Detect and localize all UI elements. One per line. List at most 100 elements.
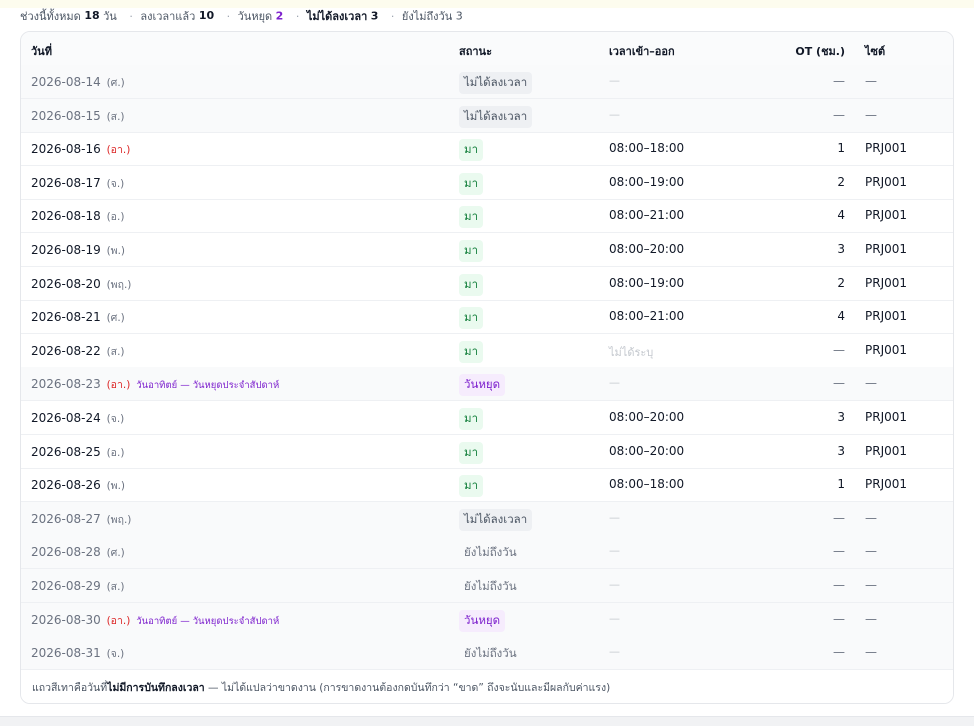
site-code: PRJ001	[865, 342, 908, 357]
footnote-bold: ไม่มีการบันทึกลงเวลา	[107, 682, 205, 694]
day-of-week: (ส.)	[106, 581, 125, 593]
row-date: 2026-08-19 (พ.)	[31, 242, 125, 259]
clocked-label: ลงเวลาแล้ว	[140, 10, 196, 23]
future-count: 3	[455, 9, 463, 23]
date-value: 2026-08-28	[31, 545, 101, 560]
site-code: —	[865, 74, 877, 88]
status-badge: ไม่ได้ลงเวลา	[459, 105, 533, 128]
table-row: 2026-08-16 (อา.) มา 08:00–18:00 1 PRJ001	[21, 132, 953, 167]
row-date: 2026-08-18 (อ.)	[31, 208, 124, 225]
time-range: 08:00–19:00	[609, 174, 685, 189]
day-of-week: (อา.)	[106, 144, 131, 157]
row-date: 2026-08-26 (พ.)	[31, 477, 125, 494]
site-code: PRJ001	[865, 477, 908, 492]
table-row: 2026-08-19 (พ.) มา 08:00–20:00 3 PRJ001	[21, 233, 953, 267]
time-range: —	[609, 611, 620, 625]
table-row: 2026-08-18 (อ.) มา 08:00–21:00 4 PRJ001	[21, 199, 953, 234]
time-range: ไม่ได้ระบุ	[609, 345, 654, 359]
site-code: —	[865, 510, 877, 525]
site-code: PRJ001	[865, 443, 908, 458]
day-of-week: (ศ.)	[106, 547, 125, 560]
status-badge: มา	[459, 441, 484, 464]
table-row: 2026-08-20 (พฤ.) มา 08:00–19:00 2 PRJ001	[21, 267, 953, 301]
row-date: 2026-08-31 (จ.)	[31, 645, 124, 662]
day-of-week: (พฤ.)	[106, 513, 132, 526]
footnote: แถวสีเทาคือวันที่ไม่มีการบันทึกลงเวลา — …	[21, 671, 953, 703]
footnote-suffix: — ไม่ได้แปลว่าขาดงาน (การขาดงานต้องกดบัน…	[204, 682, 611, 694]
time-range: 08:00–18:00	[609, 477, 685, 492]
row-date: 2026-08-15 (ส.)	[31, 108, 125, 125]
row-date: 2026-08-14 (ศ.)	[31, 74, 125, 91]
status-badge: ไม่ได้ลงเวลา	[459, 72, 533, 94]
date-value: 2026-08-22	[31, 343, 101, 358]
status-badge: มา	[459, 172, 484, 195]
day-of-week: (พฤ.)	[106, 278, 132, 291]
table-row: 2026-08-14 (ศ.) ไม่ได้ลงเวลา — — —	[21, 65, 953, 99]
day-of-week: (อา.)	[106, 379, 131, 392]
date-value: 2026-08-20	[31, 276, 101, 291]
separator: ·	[129, 9, 133, 23]
day-of-week: (พ.)	[106, 480, 126, 493]
row-date: 2026-08-25 (อ.)	[31, 444, 124, 461]
status-badge: ยังไม่ถึงวัน	[464, 545, 517, 560]
time-range: 08:00–21:00	[609, 208, 685, 223]
ot-hours: —	[833, 544, 845, 559]
day-of-week: (อ.)	[106, 446, 125, 459]
separator: ·	[295, 9, 300, 23]
holiday-label: วันหยุด	[237, 10, 273, 23]
ot-hours: —	[833, 376, 845, 391]
ot-hours: —	[833, 74, 845, 88]
date-value: 2026-08-16	[31, 142, 101, 157]
status-badge: มา	[459, 340, 484, 363]
ot-hours: 2	[837, 275, 845, 290]
time-range: 08:00–18:00	[609, 141, 685, 156]
table-row: 2026-08-27 (พฤ.) ไม่ได้ลงเวลา — — —	[21, 501, 953, 536]
separator: ·	[390, 9, 395, 23]
missing-count: 3	[370, 9, 379, 23]
date-value: 2026-08-29	[31, 579, 101, 593]
table-header: วันที่ สถานะ เวลาเข้า–ออก OT (ชม.) ไซต์	[21, 32, 953, 66]
header-site: ไซต์	[865, 45, 886, 58]
status-badge: วันหยุด	[459, 374, 506, 397]
time-range: 08:00–21:00	[609, 309, 685, 324]
day-of-week: (ส.)	[106, 345, 125, 358]
footnote-prefix: แถวสีเทาคือวันที่	[32, 682, 108, 694]
status-badge: มา	[459, 273, 484, 296]
time-range: 08:00–19:00	[609, 275, 685, 290]
ot-hours: 4	[837, 309, 845, 324]
status-badge: มา	[459, 307, 484, 330]
site-code: —	[865, 107, 877, 122]
range-count: 18	[84, 9, 100, 22]
ot-hours: —	[833, 342, 845, 357]
site-code: PRJ001	[865, 208, 908, 223]
holiday-count: 2	[275, 9, 284, 23]
ot-hours: 3	[837, 410, 845, 424]
day-of-week: (ศ.)	[106, 77, 125, 89]
status-badge: มา	[459, 139, 484, 162]
ot-hours: —	[833, 611, 845, 626]
site-code: —	[865, 611, 877, 626]
date-value: 2026-08-24	[31, 411, 101, 425]
table-row: 2026-08-24 (จ.) มา 08:00–20:00 3 PRJ001	[21, 401, 953, 435]
row-date: 2026-08-30 (อา.) วันอาทิตย์ — วันหยุดประจ…	[31, 612, 279, 629]
missing-label: ไม่ได้ลงเวลา	[306, 10, 368, 23]
ot-hours: 3	[837, 443, 845, 458]
range-unit: วัน	[103, 10, 117, 23]
site-code: —	[865, 578, 877, 592]
row-date: 2026-08-29 (ส.)	[31, 578, 125, 595]
header-time: เวลาเข้า–ออก	[609, 45, 675, 58]
ot-hours: 3	[837, 242, 845, 256]
header-date: วันที่	[31, 45, 52, 58]
day-of-week: (อ.)	[106, 211, 125, 224]
header-status: สถานะ	[459, 45, 492, 58]
site-code: PRJ001	[865, 242, 908, 256]
date-value: 2026-08-14	[31, 75, 101, 89]
row-date: 2026-08-20 (พฤ.)	[31, 276, 131, 293]
time-range: 08:00–20:00	[609, 242, 685, 256]
row-date: 2026-08-22 (ส.)	[31, 343, 125, 360]
future-label: ยังไม่ถึงวัน	[401, 10, 453, 23]
day-of-week: (ศ.)	[106, 312, 125, 325]
table-row: 2026-08-21 (ศ.) มา 08:00–21:00 4 PRJ001	[21, 300, 953, 335]
day-of-week: (จ.)	[106, 177, 125, 190]
time-range: —	[609, 74, 620, 87]
